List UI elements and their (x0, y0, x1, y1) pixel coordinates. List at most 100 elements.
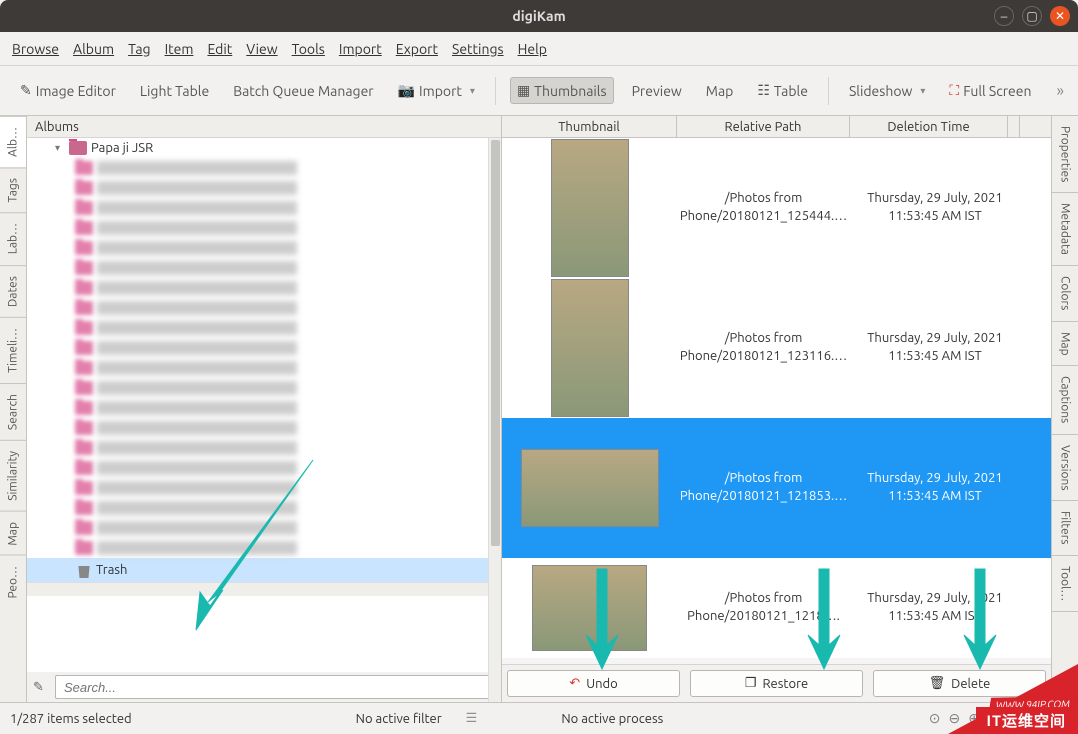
tab-filters[interactable]: Filters (1052, 501, 1078, 555)
album-name-obscured (97, 161, 297, 175)
album-item[interactable] (27, 378, 501, 398)
restore-button[interactable]: ❐Restore (690, 670, 863, 697)
album-name-obscured (97, 481, 297, 495)
album-item[interactable] (27, 478, 501, 498)
tab-tools[interactable]: Tool… (1052, 556, 1078, 612)
menu-item[interactable]: Item (165, 41, 194, 57)
filters-icon[interactable]: ☰ (466, 711, 478, 726)
trash-table-body[interactable]: /Photos from Phone/20180121_125444.…Thur… (502, 138, 1051, 664)
trash-row[interactable]: /Photos from Phone/20180121_125444.…Thur… (502, 138, 1051, 278)
album-item[interactable] (27, 338, 501, 358)
trash-item[interactable]: Trash (27, 558, 501, 582)
album-item[interactable] (27, 518, 501, 538)
menu-export[interactable]: Export (396, 41, 438, 57)
album-name-obscured (97, 221, 297, 235)
album-item[interactable] (27, 538, 501, 558)
folder-icon (75, 341, 93, 355)
album-item[interactable] (27, 318, 501, 338)
album-item[interactable] (27, 178, 501, 198)
map-view-button[interactable]: Map (700, 79, 740, 103)
column-deletion-time[interactable]: Deletion Time (850, 116, 1008, 137)
undo-button[interactable]: ↶Undo (507, 670, 680, 697)
deletion-time-cell: Thursday, 29 July, 2021 11:53:45 AM IST (850, 418, 1020, 558)
column-relative-path[interactable]: Relative Path (677, 116, 850, 137)
tab-similarity[interactable]: Similarity (0, 440, 26, 511)
tab-properties[interactable]: Properties (1052, 116, 1078, 193)
table-view-button[interactable]: ☷Table (751, 78, 814, 103)
search-input[interactable] (55, 675, 495, 699)
tab-dates[interactable]: Dates (0, 265, 26, 317)
tab-colors[interactable]: Colors (1052, 266, 1078, 321)
main-toolbar: ✎Image Editor Light Table Batch Queue Ma… (0, 66, 1078, 116)
tab-people[interactable]: Peo… (0, 555, 26, 609)
album-item[interactable] (27, 258, 501, 278)
album-item[interactable] (27, 198, 501, 218)
menu-settings[interactable]: Settings (452, 41, 504, 57)
album-item[interactable] (27, 458, 501, 478)
trash-row[interactable]: /Photos from Phone/20180121_121853.…Thur… (502, 418, 1051, 558)
album-item[interactable] (27, 358, 501, 378)
album-item[interactable] (27, 278, 501, 298)
thumbnails-view-button[interactable]: ▦Thumbnails (510, 77, 614, 104)
albums-vertical-scrollbar[interactable] (488, 138, 501, 702)
thumbnail-cell (502, 558, 677, 658)
album-item[interactable] (27, 398, 501, 418)
toolbar-overflow[interactable]: » (1056, 82, 1064, 100)
image-editor-button[interactable]: ✎Image Editor (14, 78, 122, 103)
relative-path-cell: /Photos from Phone/20180121_125444.… (677, 138, 850, 278)
menu-view[interactable]: View (246, 41, 277, 57)
filter-status: No active filter (356, 712, 442, 726)
tab-labels[interactable]: Lab… (0, 212, 26, 264)
menu-album[interactable]: Album (73, 41, 114, 57)
tab-timeline[interactable]: Timeli… (0, 317, 26, 383)
menu-browse[interactable]: Browse (12, 41, 59, 57)
thumbnail-image (551, 139, 629, 277)
grid-icon: ▦ (517, 82, 530, 99)
album-item[interactable] (27, 298, 501, 318)
album-item[interactable] (27, 218, 501, 238)
window-maximize-button[interactable]: ▢ (1022, 6, 1042, 26)
window-close-button[interactable]: ✕ (1050, 6, 1070, 26)
tab-albums[interactable]: Alb… (0, 116, 26, 167)
album-item[interactable] (27, 238, 501, 258)
tab-search[interactable]: Search (0, 383, 26, 440)
menu-tools[interactable]: Tools (292, 41, 325, 57)
album-name-obscured (97, 381, 297, 395)
trash-row[interactable]: /Photos from Phone/20180121_1218….Thursd… (502, 558, 1051, 658)
preview-view-button[interactable]: Preview (626, 79, 688, 103)
album-root-row[interactable]: ▾ Papa ji JSR (27, 138, 501, 158)
albums-panel: Albums ▾ Papa ji JSR Trash ✎ (27, 116, 502, 702)
album-item[interactable] (27, 418, 501, 438)
batch-queue-manager-button[interactable]: Batch Queue Manager (227, 79, 379, 103)
import-button[interactable]: 📷Import (392, 78, 481, 103)
album-item[interactable] (27, 498, 501, 518)
tab-versions[interactable]: Versions (1052, 435, 1078, 502)
configure-icon[interactable]: ✎ (33, 675, 49, 699)
column-thumbnail[interactable]: Thumbnail (502, 116, 677, 137)
table-header: Thumbnail Relative Path Deletion Time (502, 116, 1051, 138)
slideshow-button[interactable]: Slideshow (843, 79, 931, 103)
light-table-button[interactable]: Light Table (134, 79, 215, 103)
folder-icon (75, 481, 93, 495)
tab-metadata[interactable]: Metadata (1052, 193, 1078, 266)
tab-map-right[interactable]: Map (1052, 322, 1078, 367)
album-item[interactable] (27, 158, 501, 178)
zoom-fit-icon[interactable]: ⊙ (929, 710, 941, 727)
tab-map[interactable]: Map (0, 511, 26, 556)
albums-tree[interactable]: ▾ Papa ji JSR Trash (27, 138, 501, 672)
menu-tag[interactable]: Tag (128, 41, 150, 57)
tab-tags[interactable]: Tags (0, 167, 26, 212)
album-item[interactable] (27, 438, 501, 458)
folder-icon (75, 241, 93, 255)
trash-row[interactable]: /Photos from Phone/20180121_123116.…Thur… (502, 278, 1051, 418)
fullscreen-button[interactable]: ⛶Full Screen (943, 78, 1037, 103)
album-name-obscured (97, 361, 297, 375)
right-sidebar-tabs: Properties Metadata Colors Map Captions … (1051, 116, 1078, 702)
menu-help[interactable]: Help (518, 41, 547, 57)
expand-toggle-icon[interactable]: ▾ (55, 142, 65, 154)
menu-edit[interactable]: Edit (207, 41, 232, 57)
albums-horizontal-scrollbar[interactable] (27, 582, 501, 596)
window-minimize-button[interactable]: ‒ (994, 6, 1014, 26)
menu-import[interactable]: Import (339, 41, 382, 57)
tab-captions[interactable]: Captions (1052, 366, 1078, 434)
